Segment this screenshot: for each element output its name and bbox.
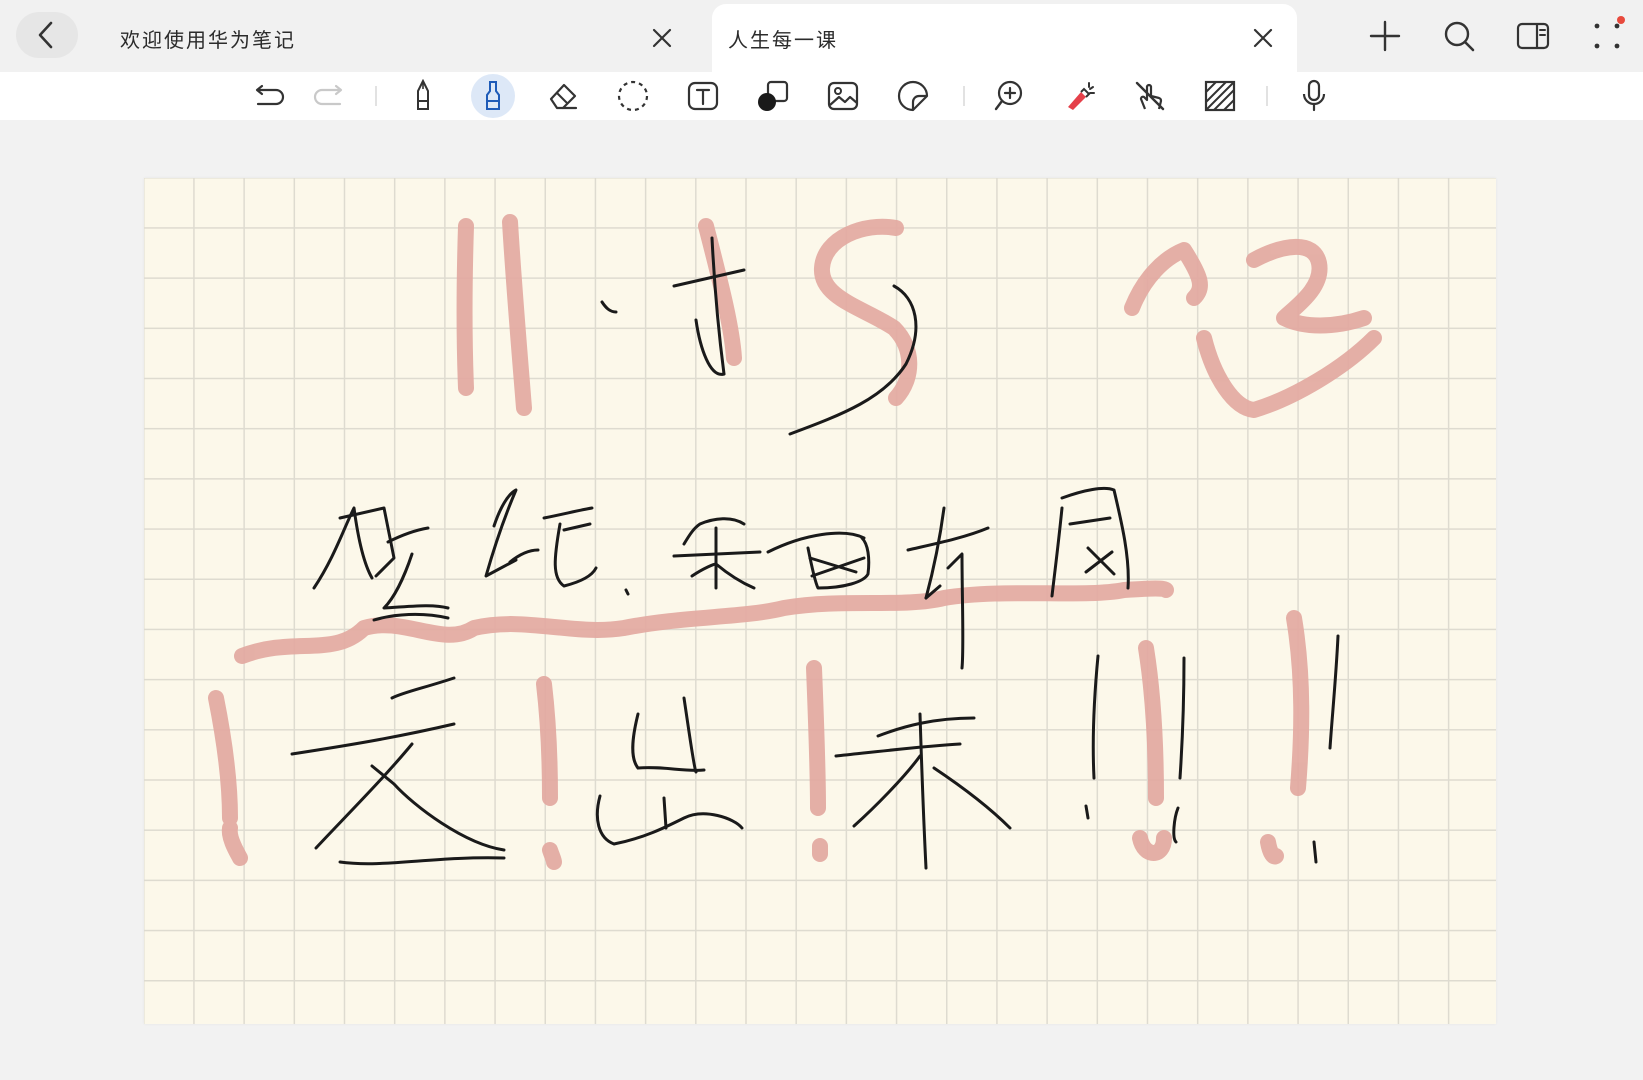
apps-grid-icon — [1594, 23, 1620, 49]
lasso-tool[interactable] — [611, 74, 655, 118]
split-view-icon — [1516, 22, 1550, 50]
redo-button[interactable] — [307, 74, 351, 118]
new-tab-button[interactable] — [1361, 12, 1409, 60]
search-button[interactable] — [1435, 12, 1483, 60]
text-box-icon — [687, 81, 719, 111]
notification-dot — [1617, 16, 1625, 24]
highlighter-icon — [486, 81, 500, 110]
touch-draw-toggle[interactable] — [1128, 74, 1172, 118]
sticker-icon — [897, 80, 929, 112]
eraser-icon — [549, 83, 578, 110]
more-button[interactable] — [1583, 12, 1631, 60]
pen-tool[interactable] — [401, 74, 445, 118]
pen-icon — [417, 79, 429, 110]
voice-tool[interactable] — [1292, 74, 1336, 118]
plus-icon — [1369, 20, 1401, 52]
chevron-left-icon — [38, 21, 53, 49]
text-tool[interactable] — [681, 74, 725, 118]
hatch-pattern-icon — [1204, 80, 1236, 112]
shape-tool[interactable] — [751, 74, 795, 118]
tab-welcome[interactable]: 欢迎使用华为笔记 — [100, 4, 700, 72]
undo-icon — [255, 84, 285, 106]
close-icon — [1253, 28, 1273, 48]
tab-close-button[interactable] — [648, 24, 676, 52]
toolbar-divider — [1266, 86, 1268, 106]
search-icon — [1444, 21, 1475, 52]
redo-icon — [313, 84, 343, 106]
tab-close-button[interactable] — [1249, 24, 1277, 52]
zoom-tool[interactable] — [988, 74, 1032, 118]
back-button[interactable] — [16, 12, 78, 58]
zoom-in-icon — [994, 80, 1023, 111]
shape-icon — [758, 80, 789, 111]
eraser-tool[interactable] — [541, 74, 585, 118]
lasso-select-icon — [617, 80, 649, 112]
image-icon — [827, 81, 859, 111]
tab-title: 欢迎使用华为笔记 — [120, 27, 296, 52]
tab-life-lesson[interactable]: 人生每一课 — [712, 4, 1297, 72]
undo-button[interactable] — [247, 74, 291, 118]
laser-pointer-icon — [1068, 82, 1095, 110]
touch-disabled-icon — [1135, 81, 1165, 111]
highlighter-tool[interactable] — [471, 74, 515, 118]
pen-toolbar — [0, 72, 1643, 120]
background-pattern-tool[interactable] — [1198, 74, 1242, 118]
close-icon — [652, 28, 672, 48]
image-tool[interactable] — [821, 74, 865, 118]
toolbar-divider — [375, 86, 377, 106]
handwriting-drawing[interactable] — [144, 178, 1496, 1024]
tab-bar: 欢迎使用华为笔记 人生每一课 — [0, 0, 1643, 72]
note-canvas-area[interactable] — [0, 120, 1643, 1080]
split-view-button[interactable] — [1509, 12, 1557, 60]
microphone-icon — [1302, 79, 1326, 112]
sticker-tool[interactable] — [891, 74, 935, 118]
toolbar-divider — [963, 86, 965, 106]
laser-pointer-tool[interactable] — [1058, 74, 1102, 118]
note-page[interactable] — [144, 178, 1496, 1024]
tab-title: 人生每一课 — [728, 27, 838, 52]
tabbar-actions — [1361, 8, 1631, 64]
